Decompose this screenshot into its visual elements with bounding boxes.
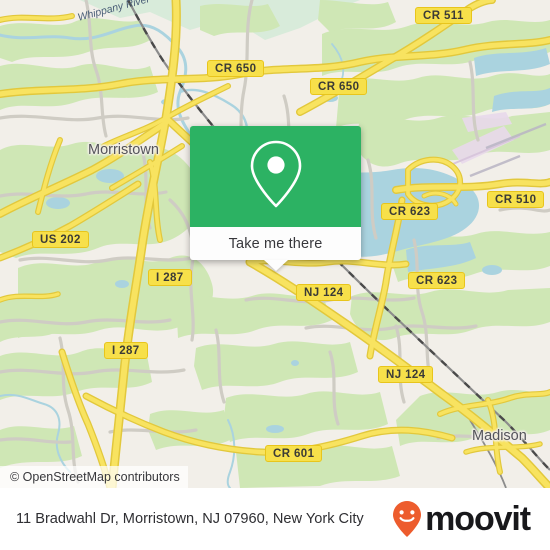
moovit-logo[interactable]: moovit xyxy=(391,499,536,539)
moovit-smiley-pin-icon xyxy=(391,499,423,539)
road-shield-cr-511: CR 511 xyxy=(415,7,472,24)
address-label: 11 Bradwahl Dr, Morristown, NJ 07960, Ne… xyxy=(16,510,364,527)
popup-pin-panel xyxy=(190,126,361,227)
take-me-there-label: Take me there xyxy=(228,235,323,252)
road-shield-i-287-b: I 287 xyxy=(104,342,148,359)
road-shield-cr-650-b: CR 650 xyxy=(310,78,368,95)
road-shield-nj-124-a: NJ 124 xyxy=(296,284,352,301)
popup-cta-panel[interactable]: Take me there xyxy=(190,227,361,271)
location-pin-icon xyxy=(247,138,305,215)
road-shield-cr-601: CR 601 xyxy=(265,445,323,462)
moovit-wordmark: moovit xyxy=(425,500,531,538)
place-label-madison: Madison xyxy=(472,428,527,444)
road-shield-cr-650-a: CR 650 xyxy=(207,60,265,77)
destination-popup-card[interactable]: Take me there xyxy=(190,126,361,271)
road-shield-cr-623-a: CR 623 xyxy=(381,203,439,220)
map-screenshot-root: Whippany River Morristown Madison CR 511… xyxy=(0,0,550,550)
osm-attribution[interactable]: © OpenStreetMap contributors xyxy=(0,466,188,488)
place-label-morristown: Morristown xyxy=(88,142,159,158)
osm-attribution-text: © OpenStreetMap contributors xyxy=(10,470,180,484)
footer-bar: 11 Bradwahl Dr, Morristown, NJ 07960, Ne… xyxy=(0,488,550,550)
road-shield-cr-510: CR 510 xyxy=(487,191,545,208)
road-shield-cr-623-b: CR 623 xyxy=(408,272,466,289)
road-shield-nj-124-b: NJ 124 xyxy=(378,366,434,383)
road-shield-i-287-a: I 287 xyxy=(148,269,192,286)
road-shield-us-202: US 202 xyxy=(32,231,89,248)
popup-tail-pointer xyxy=(263,260,288,271)
map-canvas[interactable]: Whippany River Morristown Madison CR 511… xyxy=(0,0,550,488)
